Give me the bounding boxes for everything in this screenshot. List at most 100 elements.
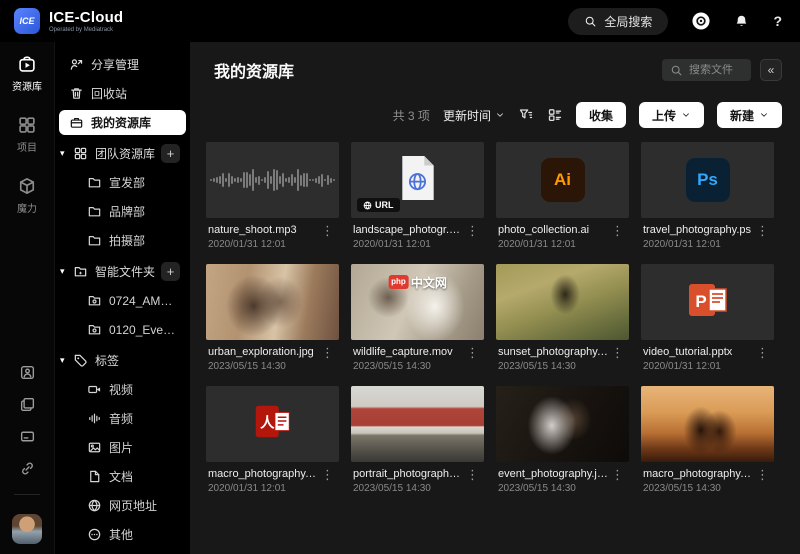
file-search[interactable] — [662, 59, 751, 81]
sidebar-item-label: 品牌部 — [109, 203, 145, 220]
file-card[interactable]: 人 macro_photography.pdf 2020/01/31 12:01… — [206, 386, 339, 498]
sidebar-item-team-library[interactable]: ▾团队资源库+ — [59, 141, 186, 166]
rail-bottom — [12, 364, 42, 544]
file-card[interactable]: portrait_photography.jpg 2023/05/15 14:3… — [351, 386, 484, 498]
sidebar-item-tags[interactable]: ▾标签 — [59, 348, 186, 373]
file-menu-button[interactable]: ⋮ — [463, 346, 482, 359]
file-menu-button[interactable]: ⋮ — [608, 468, 627, 481]
pdf-icon: 人 — [251, 400, 295, 449]
file-menu-button[interactable]: ⋮ — [318, 346, 337, 359]
sidebar-item-my-library[interactable]: 我的资源库 — [59, 110, 186, 135]
file-thumbnail[interactable] — [206, 142, 339, 218]
view-toggle-icon[interactable] — [547, 107, 563, 123]
add-button[interactable]: + — [161, 262, 180, 281]
help-icon[interactable]: ? — [773, 13, 782, 29]
file-menu-button[interactable]: ⋮ — [318, 468, 337, 481]
sidebar-item-folder-paishe[interactable]: 拍摄部 — [59, 228, 186, 253]
watermark-logo: php — [388, 275, 409, 289]
contacts-icon[interactable] — [19, 364, 36, 381]
sidebar-item-smart-0120[interactable]: 0120_Event_SON... — [59, 317, 186, 342]
file-card[interactable]: sunset_photography.ps 2023/05/15 14:30 ⋮ — [496, 264, 629, 376]
file-thumbnail[interactable] — [206, 264, 339, 340]
file-thumbnail[interactable]: php中文网 — [351, 264, 484, 340]
file-card[interactable]: event_photography.jpg 2023/05/15 14:30 ⋮ — [496, 386, 629, 498]
app-name: ICE-Cloud — [49, 10, 123, 25]
file-search-input[interactable] — [689, 64, 743, 76]
sidebar-item-tag-audio[interactable]: 音频 — [59, 406, 186, 431]
sidebar-item-share-manage[interactable]: 分享管理 — [59, 52, 186, 77]
sidebar-item-label: 回收站 — [91, 85, 127, 102]
sidebar-item-recycle-bin[interactable]: 回收站 — [59, 81, 186, 106]
rail-item-projects[interactable]: 项目 — [17, 115, 37, 154]
collect-button-label: 收集 — [589, 107, 613, 124]
file-card[interactable]: Ai photo_collection.ai 2020/01/31 12:01 … — [496, 142, 629, 254]
file-thumbnail[interactable]: Ai — [496, 142, 629, 218]
chevron-down-icon — [681, 110, 691, 120]
file-thumbnail[interactable] — [496, 386, 629, 462]
photo-thumbnail — [641, 386, 774, 462]
sidebar-item-folder-pinpai[interactable]: 品牌部 — [59, 199, 186, 224]
collect-button[interactable]: 收集 — [576, 102, 626, 128]
sidebar-item-folder-xuanfa[interactable]: 宣发部 — [59, 170, 186, 195]
link-icon[interactable] — [19, 460, 36, 477]
file-meta: travel_photography.ps 2020/01/31 12:01 ⋮ — [641, 218, 774, 254]
notification-bell-icon[interactable] — [734, 14, 749, 29]
file-menu-button[interactable]: ⋮ — [463, 468, 482, 481]
rail-item-magic[interactable]: 魔力 — [17, 176, 37, 215]
file-meta-text: urban_exploration.jpg 2023/05/15 14:30 — [208, 346, 318, 372]
file-card[interactable]: urban_exploration.jpg 2023/05/15 14:30 ⋮ — [206, 264, 339, 376]
caret-down-icon[interactable]: ▾ — [60, 355, 65, 365]
user-avatar[interactable] — [12, 514, 42, 544]
sidebar-item-smart-0724[interactable]: 0724_AMR_ONE — [59, 288, 186, 313]
sidebar-item-tag-web[interactable]: 网页地址 — [59, 493, 186, 518]
sidebar-item-tag-other[interactable]: 其他 — [59, 522, 186, 547]
file-thumbnail[interactable] — [351, 386, 484, 462]
create-button[interactable]: 新建 — [717, 102, 782, 128]
file-thumbnail[interactable]: 人 — [206, 386, 339, 462]
file-card[interactable]: nature_shoot.mp3 2020/01/31 12:01 ⋮ — [206, 142, 339, 254]
file-thumbnail[interactable] — [641, 386, 774, 462]
file-card[interactable]: Ps travel_photography.ps 2020/01/31 12:0… — [641, 142, 774, 254]
sidebar-item-tag-video[interactable]: 视频 — [59, 377, 186, 402]
sort-dropdown[interactable]: 更新时间 — [443, 107, 505, 124]
sidebar-item-tag-doc[interactable]: 文档 — [59, 464, 186, 489]
file-thumbnail[interactable]: URL — [351, 142, 484, 218]
rail-item-library[interactable]: 资源库 — [12, 54, 42, 93]
file-card[interactable]: macro_photography.mov 2023/05/15 14:30 ⋮ — [641, 386, 774, 498]
smart-file-icon — [87, 322, 102, 337]
rail-items: 资源库项目魔力 — [12, 54, 42, 237]
file-card[interactable]: URL landscape_photogr... .url 2020/01/31… — [351, 142, 484, 254]
icon-rail: 资源库项目魔力 — [0, 42, 55, 554]
file-menu-button[interactable]: ⋮ — [318, 224, 337, 237]
sidebar-item-smart-folders[interactable]: ▾智能文件夹+ — [59, 259, 186, 284]
add-button[interactable]: + — [161, 144, 180, 163]
caret-down-icon[interactable]: ▾ — [60, 148, 65, 158]
sidebar-item-tag-image[interactable]: 图片 — [59, 435, 186, 460]
file-menu-button[interactable]: ⋮ — [753, 346, 772, 359]
file-thumbnail[interactable] — [496, 264, 629, 340]
windows-icon[interactable] — [19, 396, 36, 413]
file-menu-button[interactable]: ⋮ — [463, 224, 482, 237]
file-menu-button[interactable]: ⋮ — [753, 468, 772, 481]
caret-down-icon[interactable]: ▾ — [60, 266, 65, 276]
filter-icon[interactable] — [518, 107, 534, 123]
rail-divider — [14, 494, 40, 495]
rail-item-label: 项目 — [17, 139, 37, 154]
item-count: 共 3 项 — [393, 107, 430, 124]
file-menu-button[interactable]: ⋮ — [608, 346, 627, 359]
file-menu-button[interactable]: ⋮ — [608, 224, 627, 237]
support-icon[interactable] — [692, 12, 710, 30]
briefcase-icon — [69, 115, 84, 130]
file-card[interactable]: P video_tutorial.pptx 2020/01/31 12:01 ⋮ — [641, 264, 774, 376]
global-search-button[interactable]: 全局搜索 — [568, 8, 668, 35]
upload-button[interactable]: 上传 — [639, 102, 704, 128]
file-thumbnail[interactable]: Ps — [641, 142, 774, 218]
file-thumbnail[interactable]: P — [641, 264, 774, 340]
file-name: macro_photography.mov — [643, 468, 753, 480]
trash-icon — [69, 86, 84, 101]
collapse-panel-button[interactable]: « — [760, 59, 782, 81]
file-menu-button[interactable]: ⋮ — [753, 224, 772, 237]
file-meta-text: wildlife_capture.mov 2023/05/15 14:30 — [353, 346, 463, 372]
file-card[interactable]: php中文网 wildlife_capture.mov 2023/05/15 1… — [351, 264, 484, 376]
card-icon[interactable] — [19, 428, 36, 445]
